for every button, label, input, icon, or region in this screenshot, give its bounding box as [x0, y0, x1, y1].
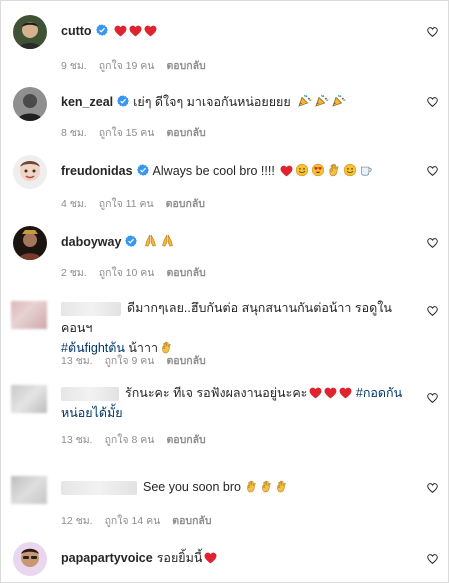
avatar-blurred[interactable] — [11, 301, 47, 329]
avatar-papapartyvoice[interactable] — [13, 542, 47, 576]
like-heart-icon[interactable] — [427, 554, 438, 564]
like-count[interactable]: ถูกใจ 10 คน — [99, 267, 155, 279]
avatar-image — [13, 87, 47, 121]
comment-meta: 9 ชม. ถูกใจ 19 คน ตอบกลับ — [61, 57, 218, 74]
ok-hand-emoji-icon — [241, 480, 288, 494]
avatar-freudonidas[interactable] — [13, 155, 47, 189]
like-heart-icon[interactable] — [427, 306, 438, 316]
verified-badge-icon — [137, 164, 149, 176]
comment-body: papapartyvoice รอยยิ้มนี้ — [61, 548, 413, 568]
avatar-ken-zeal[interactable] — [13, 87, 47, 121]
comment-body: See you soon bro — [61, 477, 413, 497]
hashtag-link[interactable]: #กอดกัน — [356, 386, 402, 400]
heart-emoji-icon — [204, 552, 217, 564]
comment-text: รอยยิ้มนี้ — [156, 551, 203, 565]
username-redacted — [61, 386, 119, 401]
comment-body: daboyway — [61, 232, 413, 252]
party-popper-emoji-icon — [291, 95, 346, 109]
avatar-image — [13, 226, 47, 260]
like-heart-icon[interactable] — [427, 238, 438, 248]
avatar-blurred[interactable] — [11, 476, 47, 504]
comment-meta: 8 ชม. ถูกใจ 15 คน ตอบกลับ — [61, 124, 218, 141]
avatar-image — [13, 542, 47, 576]
comment-body: freudonidas Always be cool bro !!!! — [61, 161, 413, 181]
like-heart-icon[interactable] — [427, 97, 438, 107]
comment-text: Always be cool bro !!!! — [152, 164, 275, 178]
comment-time: 2 ชม. — [61, 267, 87, 279]
username[interactable]: papapartyvoice — [61, 551, 153, 565]
comment-meta: 2 ชม. ถูกใจ 10 คน ตอบกลับ — [61, 264, 218, 281]
avatar-daboyway[interactable] — [13, 226, 47, 260]
username[interactable]: daboyway — [61, 235, 121, 249]
like-count[interactable]: ถูกใจ 19 คน — [99, 60, 155, 72]
verified-badge-icon — [125, 235, 137, 247]
comment-time: 13 ชม. — [61, 355, 93, 367]
verified-badge-icon — [96, 24, 108, 36]
like-count[interactable]: ถูกใจ 9 คน — [105, 355, 155, 367]
like-count[interactable]: ถูกใจ 11 คน — [99, 198, 154, 210]
reply-button[interactable]: ตอบกลับ — [166, 60, 205, 72]
comment-meta: 13 ชม. ถูกใจ 8 คน ตอบกลับ — [61, 431, 218, 448]
reply-button[interactable]: ตอบกลับ — [166, 434, 205, 446]
comment-meta: 13 ชม. ถูกใจ 9 คน ตอบกลับ — [61, 352, 218, 369]
comment-body: ken_zeal เย่ๆ ดีใจๆ มาเจอกันหน่อยยยย — [61, 92, 413, 112]
hearts-emoji-icon — [307, 386, 352, 400]
reply-button[interactable]: ตอบกลับ — [166, 267, 205, 279]
comment-time: 9 ชม. — [61, 60, 87, 72]
comment-body: รักนะคะ ทีเจ รอฟังผลงานอยู่นะคะ #กอดกัน … — [61, 383, 413, 423]
avatar-image — [13, 155, 47, 189]
username[interactable]: freudonidas — [61, 164, 133, 178]
like-heart-icon[interactable] — [427, 393, 438, 403]
username[interactable]: ken_zeal — [61, 95, 113, 109]
comment-time: 12 ชม. — [61, 515, 93, 527]
like-count[interactable]: ถูกใจ 15 คน — [99, 127, 155, 139]
folded-hands-emoji-icon — [141, 235, 175, 249]
comment-text: รักนะคะ ทีเจ รอฟังผลงานอยู่นะคะ — [125, 386, 308, 400]
emoji-sequence-icon — [275, 164, 373, 178]
reply-button[interactable]: ตอบกลับ — [166, 198, 205, 210]
reply-button[interactable]: ตอบกลับ — [166, 355, 205, 367]
username-redacted — [61, 301, 121, 316]
comment-text: เย่ๆ ดีใจๆ มาเจอกันหน่อยยยย — [133, 95, 291, 109]
comment-time: 4 ชม. — [61, 198, 87, 210]
hashtag-link-continued[interactable]: หน่อยได้มั้ย — [61, 406, 123, 420]
like-heart-icon[interactable] — [427, 483, 438, 493]
comment-meta: 4 ชม. ถูกใจ 11 คน ตอบกลับ — [61, 195, 217, 212]
hearts-emoji-icon — [112, 24, 157, 38]
like-count[interactable]: ถูกใจ 8 คน — [105, 434, 155, 446]
comment-body: cutto — [61, 21, 413, 41]
avatar-blurred[interactable] — [11, 385, 47, 413]
avatar-image — [13, 15, 47, 49]
comment-meta: 12 ชม. ถูกใจ 14 คน ตอบกลับ — [61, 512, 224, 529]
avatar-cutto[interactable] — [13, 15, 47, 49]
comment-time: 13 ชม. — [61, 434, 93, 446]
comment-body: ดีมากๆเลย..ฮึบกันต่อ สนุกสนานกันต่อน้าา … — [61, 298, 413, 358]
like-heart-icon[interactable] — [427, 166, 438, 176]
verified-badge-icon — [117, 95, 129, 107]
reply-button[interactable]: ตอบกลับ — [172, 515, 211, 527]
comment-text: See you soon bro — [143, 480, 241, 494]
like-count[interactable]: ถูกใจ 14 คน — [105, 515, 161, 527]
username-redacted — [61, 480, 137, 495]
reply-button[interactable]: ตอบกลับ — [166, 127, 205, 139]
comment-time: 8 ชม. — [61, 127, 87, 139]
username[interactable]: cutto — [61, 24, 92, 38]
like-heart-icon[interactable] — [427, 27, 438, 37]
